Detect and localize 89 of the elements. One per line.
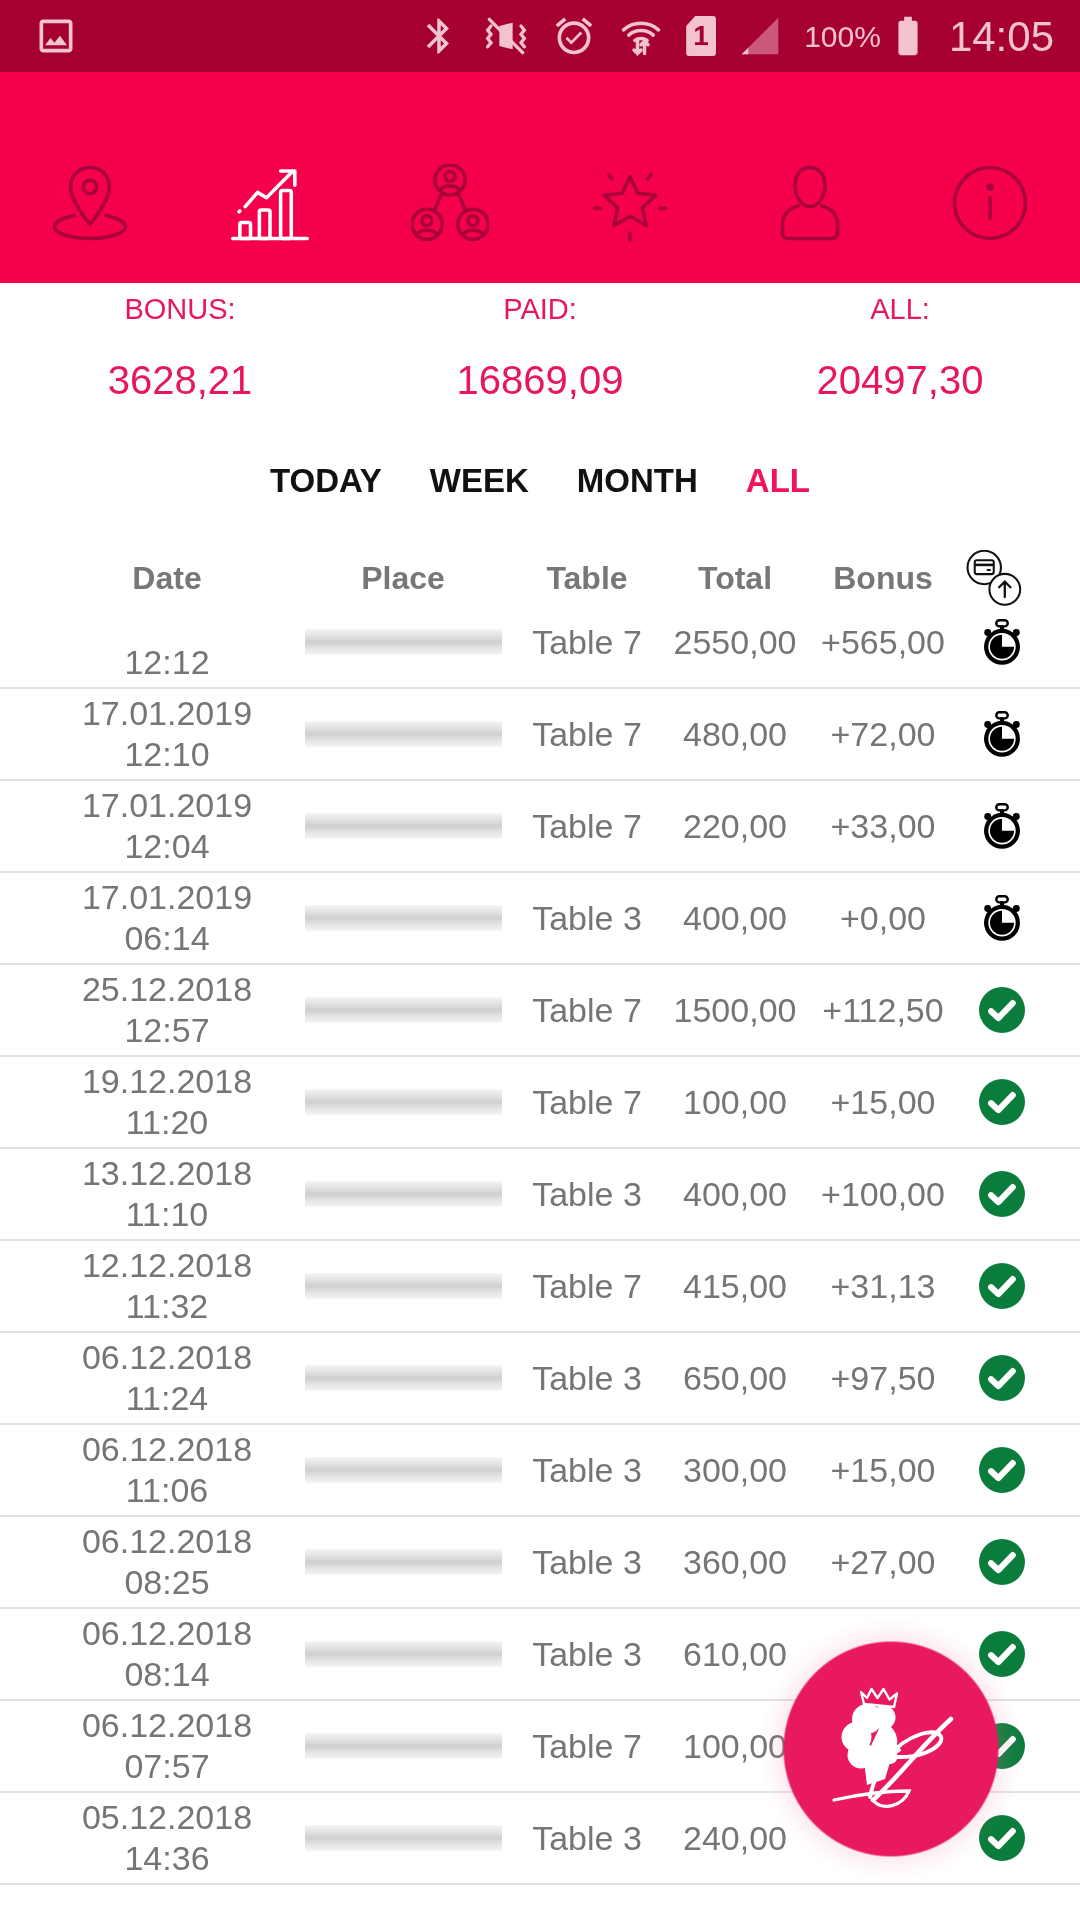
row-date: 06.12.2018 — [81, 1521, 253, 1562]
period-tab[interactable]: WEEK — [429, 461, 529, 501]
row-date: 12.12.2018 — [81, 1245, 253, 1286]
row-date: 13.12.2018 — [81, 1153, 253, 1194]
bonus-amount: +112,50 — [822, 989, 944, 1031]
bonus-amount: +97,50 — [830, 1357, 936, 1399]
row-time: 12:12 — [124, 642, 210, 683]
column-header: Date — [132, 559, 202, 598]
period-tab[interactable]: MONTH — [576, 461, 698, 501]
card-arrow-up-icon — [966, 550, 1022, 606]
row-time: 12:04 — [124, 826, 210, 867]
table-name: Table 3 — [532, 897, 642, 939]
row-time: 14:36 — [124, 1838, 210, 1879]
total-amount: 650,00 — [683, 1357, 787, 1399]
signal-icon — [740, 16, 781, 56]
total-amount: 610,00 — [683, 1633, 787, 1675]
column-header: Bonus — [833, 559, 933, 598]
table-name: Table 3 — [532, 1173, 642, 1215]
clock-time: 14:05 — [948, 11, 1054, 62]
bonus-amount: +72,00 — [830, 713, 936, 755]
row-date: 17.01.2019 — [81, 693, 253, 734]
total-amount: 360,00 — [683, 1541, 787, 1583]
row-date: 25.12.2018 — [81, 969, 253, 1010]
row-date: 05.12.2018 — [81, 1797, 253, 1838]
people-network-icon — [411, 164, 489, 242]
row-time: 12:10 — [124, 734, 210, 775]
table-name: Table 3 — [532, 1357, 642, 1399]
row-time: 11:32 — [125, 1286, 209, 1327]
row-date: 06.12.2018 — [81, 1429, 253, 1470]
table-name: Table 7 — [532, 713, 642, 755]
total-amount: 1500,00 — [673, 989, 797, 1031]
table-name: Table 7 — [532, 1725, 642, 1767]
battery-percent: 100% — [804, 18, 881, 55]
row-date: 06.12.2018 — [81, 1705, 253, 1746]
info-icon — [951, 164, 1029, 242]
bonus-amount: +27,00 — [830, 1541, 936, 1583]
total-amount: 415,00 — [683, 1265, 787, 1307]
vibrate-off-icon — [484, 16, 529, 56]
map-pin-icon — [51, 164, 129, 242]
total-amount: 400,00 — [683, 897, 787, 939]
table-name: Table 3 — [532, 1817, 642, 1859]
bonus-amount: +31,13 — [830, 1265, 936, 1307]
row-time: 12:57 — [124, 1010, 210, 1051]
summary-value: 3628,21 — [107, 357, 253, 404]
row-date: 17.01.2019 — [81, 785, 253, 826]
sim-indicator: 1 — [686, 16, 717, 56]
column-header: Place — [361, 559, 445, 598]
row-time: 06:14 — [124, 918, 210, 959]
table-name: Table 7 — [532, 1081, 642, 1123]
bonus-amount: +15,00 — [830, 1081, 936, 1123]
row-time: 11:20 — [125, 1102, 209, 1143]
row-time: 11:06 — [125, 1470, 209, 1511]
row-time: 11:24 — [125, 1378, 209, 1419]
column-header: Total — [697, 559, 773, 598]
bonus-amount: +565,00 — [821, 621, 945, 663]
table-name: Table 3 — [532, 1449, 642, 1491]
row-time: 07:57 — [124, 1746, 210, 1787]
table-name: Table 7 — [532, 1265, 642, 1307]
column-header: Table — [546, 559, 628, 598]
table-name: Table 7 — [532, 805, 642, 847]
period-tab[interactable]: ALL — [745, 461, 810, 501]
row-date: 17.01.2019 — [81, 877, 253, 918]
table-name: Table 3 — [532, 1633, 642, 1675]
bonus-amount: +33,00 — [830, 805, 936, 847]
total-amount: 480,00 — [683, 713, 787, 755]
row-date: 19.12.2018 — [81, 1061, 253, 1102]
total-amount: 220,00 — [683, 805, 787, 847]
period-tab[interactable]: TODAY — [270, 461, 382, 501]
total-amount: 2550,00 — [673, 621, 797, 663]
table-name: Table 7 — [532, 989, 642, 1031]
row-time: 11:10 — [125, 1194, 209, 1235]
table-name: Table 7 — [532, 621, 642, 663]
row-date: 06.12.2018 — [81, 1337, 253, 1378]
total-amount: 300,00 — [683, 1449, 787, 1491]
row-time: 08:14 — [124, 1654, 210, 1695]
summary-value: 16869,09 — [456, 357, 624, 404]
total-amount: 240,00 — [683, 1817, 787, 1859]
row-date: 06.12.2018 — [81, 1613, 253, 1654]
summary-label: ALL: — [870, 292, 930, 327]
bonus-amount: +100,00 — [821, 1173, 945, 1215]
summary-value: 20497,30 — [816, 357, 984, 404]
bonus-amount: +15,00 — [830, 1449, 936, 1491]
bonus-amount: +0,00 — [840, 897, 926, 939]
summary-label: BONUS: — [124, 292, 236, 327]
total-amount: 400,00 — [683, 1173, 787, 1215]
summary-label: PAID: — [503, 292, 577, 327]
row-time: 08:25 — [124, 1562, 210, 1603]
total-amount: 100,00 — [683, 1081, 787, 1123]
table-name: Table 3 — [532, 1541, 642, 1583]
